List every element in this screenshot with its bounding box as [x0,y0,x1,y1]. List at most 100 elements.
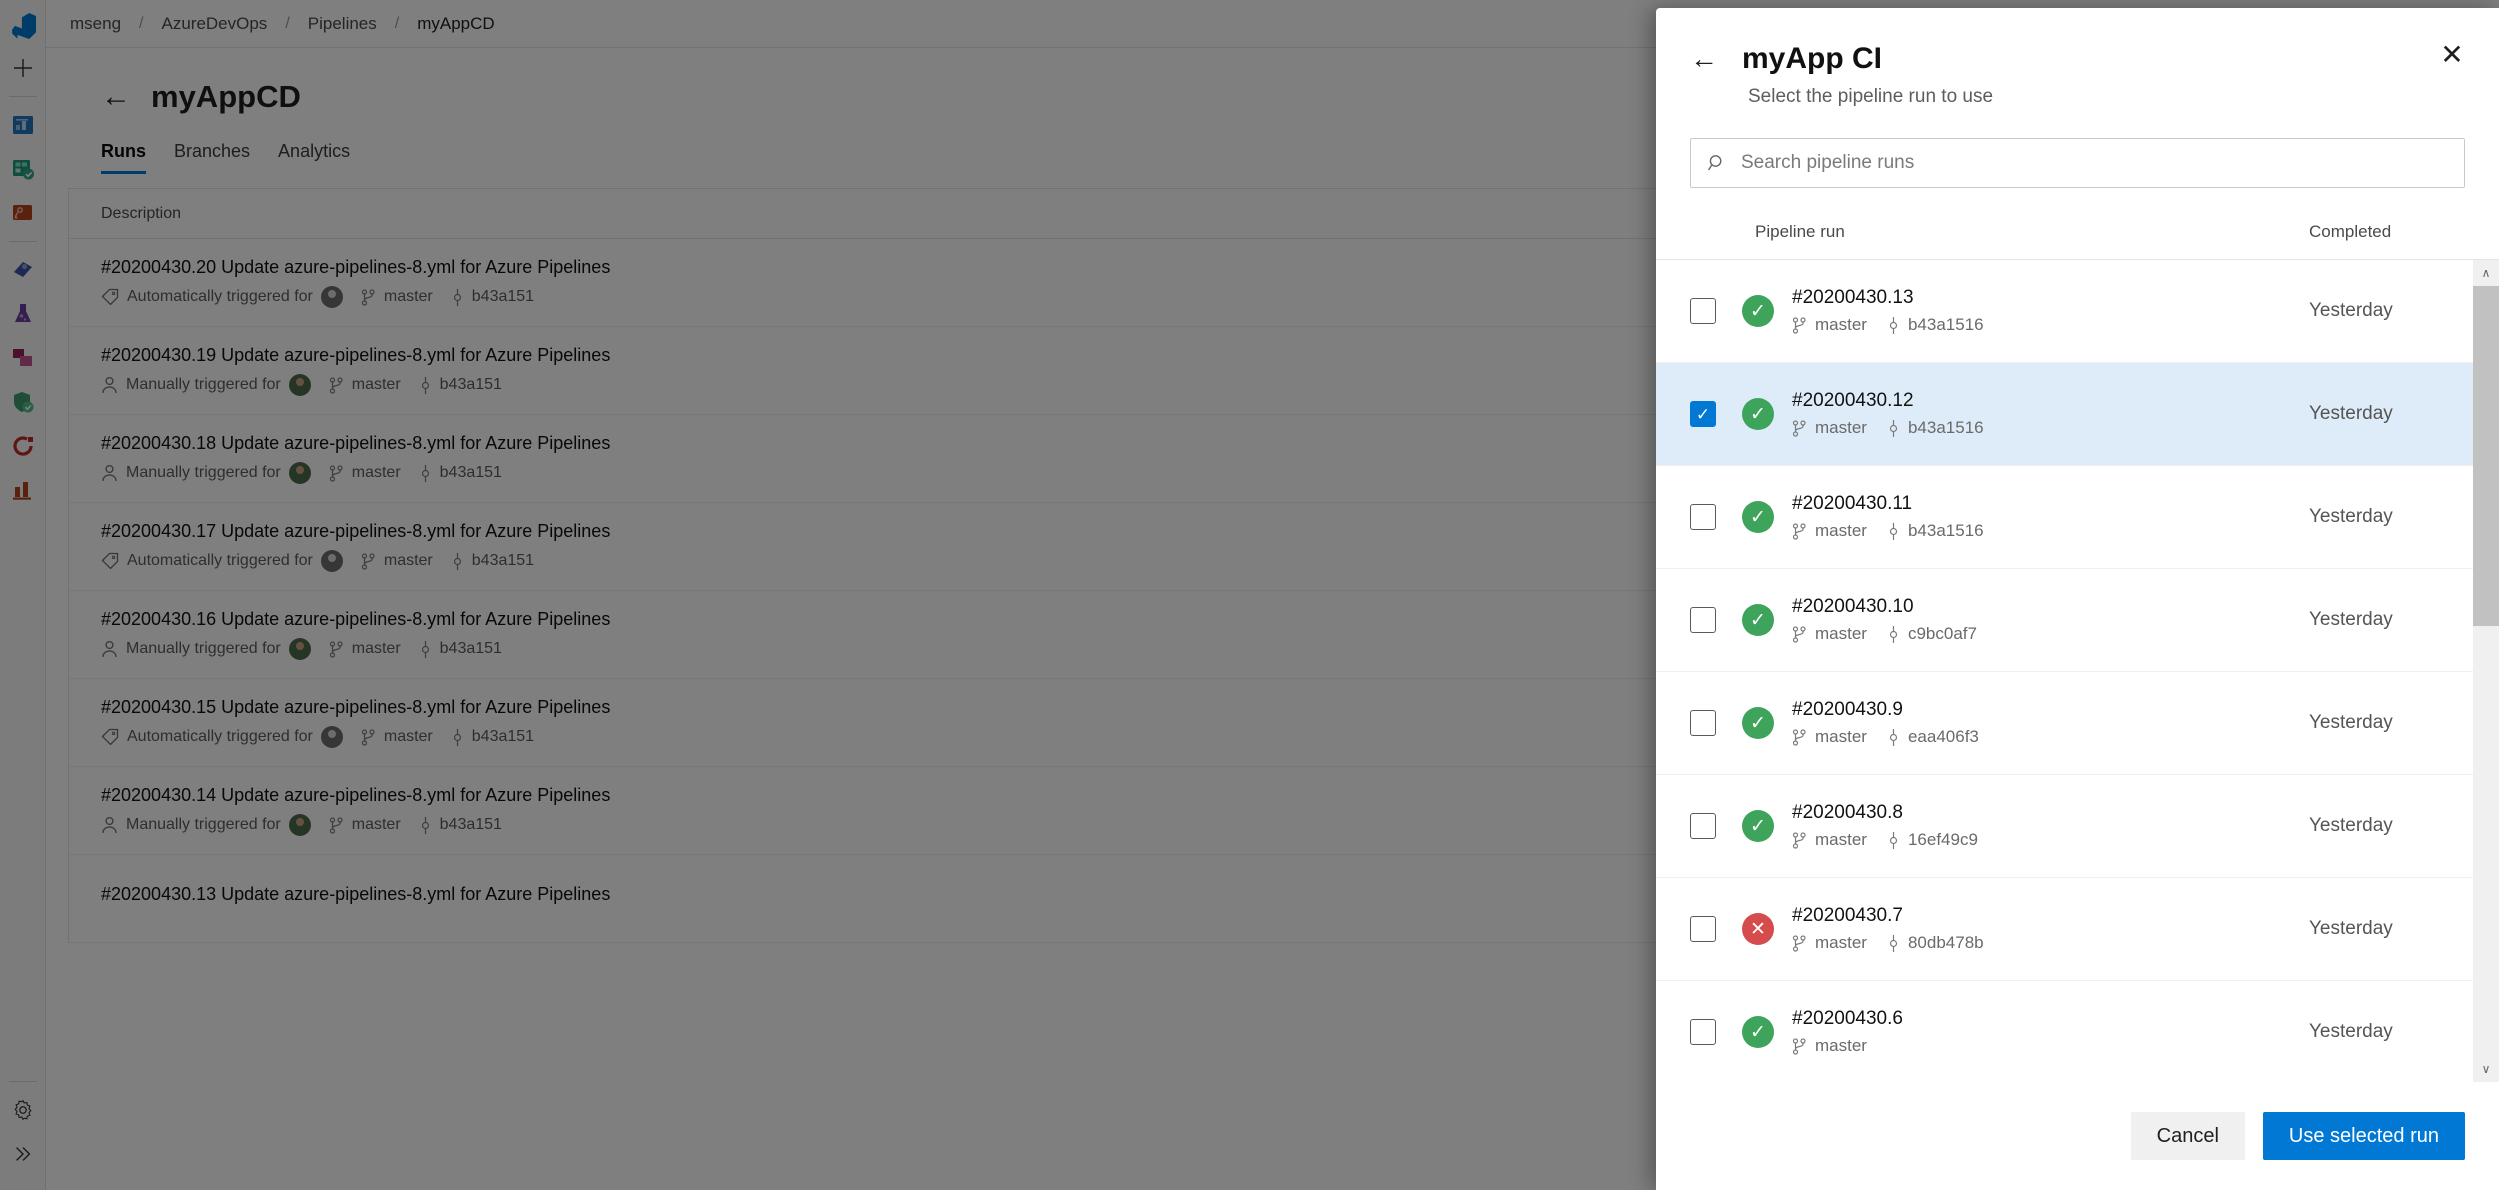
panel-subtitle: Select the pipeline run to use [1748,86,1994,107]
run-branch: master [1815,727,1867,746]
run-list-header: Pipeline run Completed [1656,204,2499,260]
run-checkbox[interactable]: ✓ [1690,401,1716,427]
run-completed: Yesterday [2309,918,2393,939]
run-list: ✓ ✓ #20200430.13 master b43a1516 Yesterday ✓ ✓ #… [1656,260,2499,1082]
run-checkbox[interactable]: ✓ [1690,916,1716,942]
run-completed: Yesterday [2309,609,2393,630]
panel-header: ← myApp CI Select the pipeline run to us… [1656,8,2499,108]
close-icon[interactable]: ✕ [2435,38,2469,72]
run-list-scroll-area: ✓ ✓ #20200430.13 master b43a1516 Yesterday ✓ ✓ #… [1656,260,2499,1082]
column-header-completed[interactable]: Completed [2309,222,2499,242]
commit-icon [1887,934,1900,952]
branch-icon [1792,728,1807,746]
run-name: #20200430.8 [1792,802,1903,823]
run-commit: b43a1516 [1907,418,1984,437]
search-icon [1707,153,1727,173]
scrollbar-track[interactable] [2473,286,2499,1056]
branch-icon [1792,316,1807,334]
run-status: ✓ [1742,810,1774,842]
run-info: #20200430.13 master b43a1516 [1792,287,2309,335]
column-header-pipeline-run[interactable]: Pipeline run [1690,222,2309,242]
commit-icon [1887,419,1900,437]
run-commit: 80db478b [1907,933,1984,952]
run-branch: master [1815,418,1867,437]
commit-icon [1887,728,1900,746]
run-branch: master [1815,1036,1867,1055]
run-status: ✓ [1742,604,1774,636]
run-status: ✓ [1742,501,1774,533]
branch-icon [1792,522,1807,540]
run-checkbox[interactable]: ✓ [1690,710,1716,736]
scroll-down-icon[interactable]: ∨ [2473,1056,2499,1082]
run-completed: Yesterday [2309,712,2393,733]
commit-icon [1887,522,1900,540]
run-checkbox[interactable]: ✓ [1690,1019,1716,1045]
run-commit: c9bc0af7 [1907,624,1977,643]
run-checkbox[interactable]: ✓ [1690,298,1716,324]
search-container [1656,108,2499,188]
run-status: ✓ [1742,295,1774,327]
run-commit: b43a1516 [1907,315,1984,334]
run-info: #20200430.11 master b43a1516 [1792,493,2309,541]
run-list-item[interactable]: ✓ ✓ #20200430.9 master eaa406f3 Yesterday [1656,672,2499,775]
search-box[interactable] [1690,138,2465,188]
run-info: #20200430.12 master b43a1516 [1792,390,2309,438]
run-info: #20200430.8 master 16ef49c9 [1792,802,2309,850]
run-status: ✕ [1742,913,1774,945]
run-meta: master c9bc0af7 [1792,624,2309,644]
run-status: ✓ [1742,398,1774,430]
run-completed: Yesterday [2309,403,2393,424]
run-list-item[interactable]: ✓ ✕ #20200430.7 master 80db478b Yesterday [1656,878,2499,981]
run-list-item[interactable]: ✓ ✓ #20200430.11 master b43a1516 Yesterday [1656,466,2499,569]
use-selected-run-button[interactable]: Use selected run [2262,1112,2465,1160]
run-checkbox[interactable]: ✓ [1690,504,1716,530]
run-checkbox[interactable]: ✓ [1690,607,1716,633]
branch-icon [1792,934,1807,952]
run-name: #20200430.10 [1792,596,1914,617]
panel-scrollbar[interactable]: ∧ ∨ [2473,260,2499,1082]
search-input[interactable] [1741,152,2448,174]
success-icon: ✓ [1742,295,1774,327]
run-list-item[interactable]: ✓ ✓ #20200430.6 master Yesterday [1656,981,2499,1082]
branch-icon [1792,625,1807,643]
run-name: #20200430.11 [1792,493,1913,514]
run-completed: Yesterday [2309,815,2393,836]
panel-back-icon[interactable]: ← [1690,45,1718,73]
run-branch: master [1815,315,1867,334]
run-branch: master [1815,521,1867,540]
success-icon: ✓ [1742,604,1774,636]
scroll-up-icon[interactable]: ∧ [2473,260,2499,286]
run-name: #20200430.12 [1792,390,1914,411]
run-meta: master b43a1516 [1792,418,2309,438]
run-list-item[interactable]: ✓ ✓ #20200430.10 master c9bc0af7 Yesterday [1656,569,2499,672]
run-meta: master eaa406f3 [1792,727,2309,747]
run-completed: Yesterday [2309,506,2393,527]
branch-icon [1792,831,1807,849]
cancel-button[interactable]: Cancel [2130,1112,2245,1160]
success-icon: ✓ [1742,707,1774,739]
panel-title: myApp CI [1742,42,1883,75]
run-list-item[interactable]: ✓ ✓ #20200430.13 master b43a1516 Yesterday [1656,260,2499,363]
run-branch: master [1815,830,1867,849]
run-list-item[interactable]: ✓ ✓ #20200430.12 master b43a1516 Yesterday [1656,363,2499,466]
run-meta: master [1792,1036,2309,1056]
run-list-item[interactable]: ✓ ✓ #20200430.8 master 16ef49c9 Yesterday [1656,775,2499,878]
success-icon: ✓ [1742,501,1774,533]
branch-icon [1792,1037,1807,1055]
run-completed: Yesterday [2309,300,2393,321]
pipeline-run-picker-panel: ← myApp CI Select the pipeline run to us… [1656,8,2499,1190]
success-icon: ✓ [1742,1016,1774,1048]
scrollbar-thumb[interactable] [2473,286,2499,626]
run-meta: master b43a1516 [1792,521,2309,541]
run-commit: 16ef49c9 [1907,830,1978,849]
run-name: #20200430.9 [1792,699,1903,720]
run-meta: master b43a1516 [1792,315,2309,335]
run-info: #20200430.6 master [1792,1008,2309,1056]
run-checkbox[interactable]: ✓ [1690,813,1716,839]
run-completed: Yesterday [2309,1021,2393,1042]
run-status: ✓ [1742,707,1774,739]
run-info: #20200430.9 master eaa406f3 [1792,699,2309,747]
commit-icon [1887,625,1900,643]
run-branch: master [1815,624,1867,643]
run-info: #20200430.7 master 80db478b [1792,905,2309,953]
